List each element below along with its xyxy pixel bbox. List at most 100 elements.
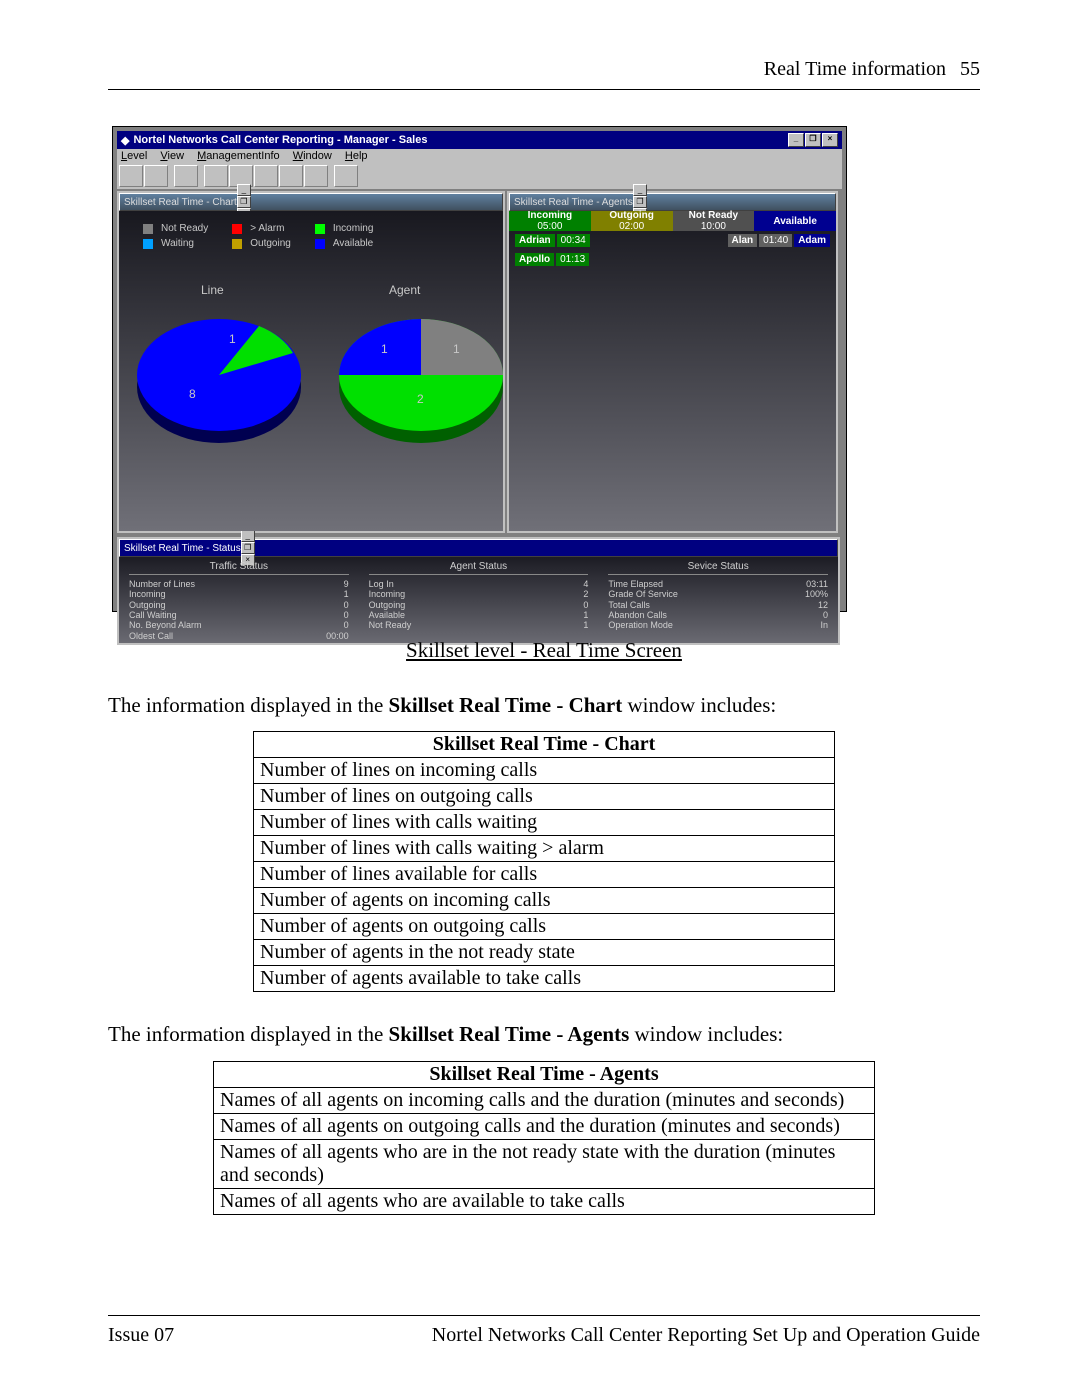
menu-level[interactable]: Level bbox=[121, 150, 147, 162]
toolbar-sep bbox=[169, 166, 173, 186]
table-row: Number of agents on outgoing calls bbox=[254, 914, 835, 940]
col-not-ready: Not Ready10:00 bbox=[673, 211, 755, 231]
maximize-button[interactable]: ❐ bbox=[237, 196, 251, 208]
status-row: Not Ready1 bbox=[369, 620, 589, 630]
toolbar bbox=[117, 163, 842, 189]
table-row: Names of all agents on outgoing calls an… bbox=[214, 1113, 875, 1139]
table-row: Number of lines available for calls bbox=[254, 862, 835, 888]
page-header: Real Time information 55 bbox=[108, 58, 980, 87]
toolbar-button[interactable] bbox=[144, 165, 168, 187]
pie-agent: 1 1 2 bbox=[331, 303, 511, 466]
swatch-outgoing bbox=[232, 239, 242, 249]
legend-label: Not Ready bbox=[161, 223, 208, 234]
svg-text:1: 1 bbox=[453, 342, 460, 356]
status-row: Log In4 bbox=[369, 579, 589, 589]
toolbar-button[interactable] bbox=[119, 165, 143, 187]
svg-text:8: 8 bbox=[189, 387, 196, 401]
page-footer: Issue 07 Nortel Networks Call Center Rep… bbox=[108, 1313, 980, 1347]
legend-label: Incoming bbox=[333, 223, 374, 234]
table-agents-info: Skillset Real Time - Agents Names of all… bbox=[213, 1061, 875, 1215]
minimize-button[interactable]: _ bbox=[237, 184, 251, 196]
pie-label-agent: Agent bbox=[389, 283, 420, 297]
col-incoming: Incoming05:00 bbox=[509, 211, 591, 231]
text-bold: Skillset Real Time - Chart bbox=[389, 693, 623, 717]
agent-time: 01:40 bbox=[759, 234, 792, 247]
svg-text:2: 2 bbox=[417, 392, 424, 406]
chart-body: Not Ready Waiting > Alarm Outgoing Incom… bbox=[119, 211, 503, 531]
status-row: Available1 bbox=[369, 610, 589, 620]
section-title: Real Time information bbox=[764, 58, 946, 81]
maximize-button[interactable]: ❐ bbox=[633, 196, 647, 208]
toolbar-button[interactable] bbox=[279, 165, 303, 187]
status-window: Skillset Real Time - Status _ ❐ × Traffi… bbox=[117, 537, 840, 645]
status-row: Call Waiting0 bbox=[129, 610, 349, 620]
pie-line: 1 8 bbox=[129, 303, 309, 466]
status-row: No. Beyond Alarm0 bbox=[129, 620, 349, 630]
table-row: Number of lines on outgoing calls bbox=[254, 784, 835, 810]
status-row: Abandon Calls0 bbox=[608, 610, 828, 620]
chart-title-text: Skillset Real Time - Chart bbox=[124, 197, 237, 208]
maximize-button[interactable]: ❐ bbox=[805, 133, 821, 147]
toolbar-button[interactable] bbox=[334, 165, 358, 187]
toolbar-button[interactable] bbox=[204, 165, 228, 187]
menu-help[interactable]: Help bbox=[345, 150, 368, 162]
menu-bar: Level View ManagementInfo Window Help bbox=[117, 149, 842, 163]
page-number: 55 bbox=[960, 58, 980, 81]
minimize-button[interactable]: _ bbox=[241, 530, 255, 542]
agent-badge: Adrian bbox=[515, 234, 555, 247]
text-bold: Skillset Real Time - Agents bbox=[389, 1022, 630, 1046]
swatch-available bbox=[315, 239, 325, 249]
agent-badge: Alan bbox=[728, 234, 758, 247]
app-icon: ◆ bbox=[121, 134, 129, 147]
app-titlebar: ◆ Nortel Networks Call Center Reporting … bbox=[117, 131, 842, 149]
swatch-alarm bbox=[232, 224, 242, 234]
swatch-incoming bbox=[315, 224, 325, 234]
chart-window-title: Skillset Real Time - Chart _ ❐ × bbox=[119, 193, 503, 211]
toolbar-button[interactable] bbox=[304, 165, 328, 187]
status-body: Traffic Status Number of Lines9Incoming1… bbox=[119, 557, 838, 643]
minimize-button[interactable]: _ bbox=[633, 184, 647, 196]
table-row: Number of agents in the not ready state bbox=[254, 940, 835, 966]
swatch-not-ready bbox=[143, 224, 153, 234]
table-row: Names of all agents on incoming calls an… bbox=[214, 1087, 875, 1113]
traffic-title: Traffic Status bbox=[129, 561, 349, 575]
status-row: Total Calls12 bbox=[608, 600, 828, 610]
menu-view[interactable]: View bbox=[160, 150, 184, 162]
para-1: The information displayed in the Skillse… bbox=[108, 691, 980, 719]
close-button[interactable]: × bbox=[822, 133, 838, 147]
maximize-button[interactable]: ❐ bbox=[241, 542, 255, 554]
table-row: Number of agents on incoming calls bbox=[254, 888, 835, 914]
menu-management[interactable]: ManagementInfo bbox=[197, 150, 280, 162]
status-row: Incoming2 bbox=[369, 589, 589, 599]
toolbar-sep bbox=[199, 166, 203, 186]
text: window includes: bbox=[629, 1022, 783, 1046]
table-chart-info: Skillset Real Time - Chart Number of lin… bbox=[253, 731, 835, 992]
text: The information displayed in the bbox=[108, 693, 389, 717]
status-row: Grade Of Service100% bbox=[608, 589, 828, 599]
toolbar-button[interactable] bbox=[254, 165, 278, 187]
legend-label: Outgoing bbox=[250, 238, 291, 249]
menu-window[interactable]: Window bbox=[293, 150, 332, 162]
traffic-status: Traffic Status Number of Lines9Incoming1… bbox=[119, 557, 359, 643]
text: The information displayed in the bbox=[108, 1022, 389, 1046]
table-row: Number of lines on incoming calls bbox=[254, 758, 835, 784]
table-row: Number of agents available to take calls bbox=[254, 966, 835, 992]
chart-legend: Not Ready Waiting > Alarm Outgoing Incom… bbox=[143, 223, 373, 249]
table-header: Skillset Real Time - Chart bbox=[254, 732, 835, 758]
app-screenshot: ◆ Nortel Networks Call Center Reporting … bbox=[112, 126, 847, 612]
status-row: Time Elapsed03:11 bbox=[608, 579, 828, 589]
status-row: Outgoing0 bbox=[369, 600, 589, 610]
agent-time: 00:34 bbox=[557, 234, 590, 247]
swatch-waiting bbox=[143, 239, 153, 249]
minimize-button[interactable]: _ bbox=[788, 133, 804, 147]
service-status: Sevice Status Time Elapsed03:11Grade Of … bbox=[598, 557, 838, 643]
legend-label: Waiting bbox=[161, 238, 194, 249]
status-row: Incoming1 bbox=[129, 589, 349, 599]
toolbar-button[interactable] bbox=[174, 165, 198, 187]
status-row: Outgoing0 bbox=[129, 600, 349, 610]
table-header: Skillset Real Time - Agents bbox=[214, 1061, 875, 1087]
footer-right: Nortel Networks Call Center Reporting Se… bbox=[432, 1324, 980, 1347]
agents-window: Skillset Real Time - Agents _ ❐ × Incomi… bbox=[507, 191, 838, 533]
header-rule bbox=[108, 89, 980, 90]
pie-label-line: Line bbox=[201, 283, 224, 297]
